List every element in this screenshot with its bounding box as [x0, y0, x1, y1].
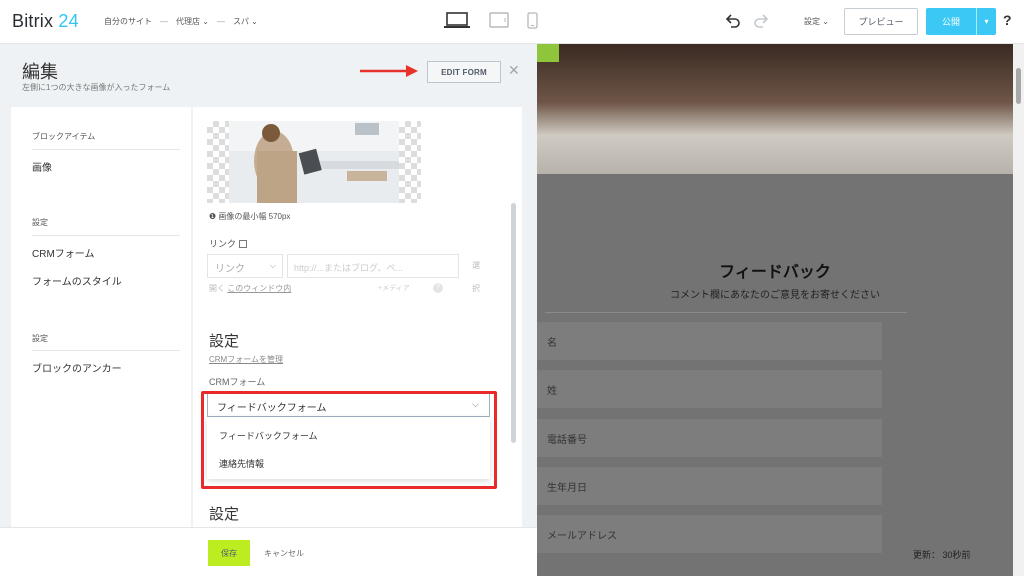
breadcrumb-item-agency[interactable]: 代理店 ⌄ [176, 16, 209, 27]
breadcrumb: 自分のサイト — 代理店 ⌄ — スパ ⌄ [104, 16, 258, 27]
editor-nav: ブロックアイテム 画像 設定 CRMフォーム フォームのスタイル 設定 ブロック… [11, 107, 191, 527]
help-icon[interactable]: ? [1003, 12, 1012, 28]
top-toolbar: Bitrix 24 自分のサイト — 代理店 ⌄ — スパ ⌄ 設定 ⌄ プレビ… [0, 0, 1024, 44]
settings-dropdown[interactable]: 設定 ⌄ [804, 16, 829, 27]
close-icon[interactable]: ✕ [508, 62, 520, 79]
nav-item-image[interactable]: 画像 [32, 159, 52, 174]
updated-status: 更新： 30秒前 [913, 550, 971, 560]
media-link[interactable]: +メディア [378, 283, 410, 293]
breadcrumb-item-my-sites[interactable]: 自分のサイト [104, 16, 152, 27]
preview-scrollbar-thumb[interactable] [1016, 68, 1021, 104]
form-divider [545, 312, 907, 313]
chevron-down-icon: ⌵ [269, 261, 276, 270]
laptop-view-icon[interactable] [444, 12, 470, 29]
publish-button-label: 公開 [941, 17, 960, 27]
page-preview: フィードバック コメント欄にあなたのご意見をお寄せください 名 姓 電話番号 生… [537, 44, 1024, 576]
settings-dropdown-label: 設定 [804, 17, 820, 26]
image-min-width-text: 画像の最小幅 570px [218, 212, 291, 221]
form-field-first-name: 名 [537, 322, 882, 360]
chevron-down-icon[interactable]: ▾ [976, 8, 996, 35]
breadcrumb-separator: — [160, 17, 168, 26]
cancel-button[interactable]: キャンセル [264, 548, 304, 559]
link-checkbox[interactable] [239, 239, 248, 248]
nav-divider [32, 149, 180, 150]
form-field-last-name: 姓 [537, 370, 882, 408]
red-highlight-annotation [201, 391, 497, 489]
question-icon[interactable]: ? [433, 283, 443, 293]
preview-scrollbar-track[interactable] [1013, 44, 1024, 576]
breadcrumb-item-agency-label: 代理店 [176, 17, 200, 26]
link-checkbox-row[interactable]: リンク [209, 237, 248, 250]
chevron-down-icon: ⌄ [822, 17, 829, 26]
link-type-select[interactable]: リンク ⌵ [207, 254, 283, 278]
nav-divider [32, 350, 180, 351]
block-marker [537, 44, 559, 62]
feedback-form-preview: フィードバック コメント欄にあなたのご意見をお寄せください 名 姓 電話番号 生… [537, 174, 1013, 576]
spa-header-image [537, 44, 1013, 174]
form-title: フィードバック [719, 264, 831, 281]
office-photo-image [229, 121, 399, 203]
publish-button[interactable]: 公開 ▾ [926, 8, 996, 35]
open-in-label: 開く [209, 284, 225, 293]
select-button-char[interactable]: 選 [472, 260, 480, 271]
nav-section-settings: 設定 [32, 218, 48, 227]
logo-number: 24 [58, 11, 79, 31]
open-in-setting[interactable]: 開く このウィンドウ内 [209, 283, 291, 294]
settings-section-title: 設定 [209, 333, 240, 350]
nav-item-form-style[interactable]: フォームのスタイル [32, 273, 122, 288]
form-field-phone: 電話番号 [537, 419, 882, 457]
redo-icon[interactable] [752, 12, 770, 30]
editor-title: 編集 [22, 62, 58, 82]
crm-form-label: CRMフォーム [209, 377, 266, 387]
nav-section-settings-2: 設定 [32, 334, 48, 343]
preview-button[interactable]: プレビュー [844, 8, 918, 35]
editor-header: 編集 左側に1つの大きな画像が入ったフォーム EDIT FORM ✕ [0, 44, 537, 104]
chevron-down-icon: ⌄ [251, 17, 258, 26]
info-icon: ❶ [209, 212, 217, 221]
editor-footer: 保存 キャンセル [0, 527, 537, 576]
open-in-value[interactable]: このウィンドウ内 [227, 284, 291, 293]
bitrix24-logo[interactable]: Bitrix 24 [12, 11, 79, 32]
form-subtitle: コメント欄にあなたのご意見をお寄せください [670, 290, 880, 301]
breadcrumb-separator: — [216, 17, 225, 26]
editor-subtitle: 左側に1つの大きな画像が入ったフォーム [22, 83, 171, 92]
red-arrow-annotation [360, 65, 418, 77]
link-url-input[interactable]: http://...またはブログ、ペ... [287, 254, 459, 278]
form-field-email: メールアドレス [537, 515, 882, 553]
link-label: リンク [209, 239, 237, 249]
chevron-down-icon: ⌄ [202, 17, 209, 26]
nav-item-crm-form[interactable]: CRMフォーム [32, 245, 94, 260]
settings-section-title-2: 設定 [209, 506, 240, 523]
nav-divider [32, 235, 180, 236]
content-scrollbar[interactable] [511, 203, 516, 443]
undo-icon[interactable] [724, 12, 742, 30]
image-upload-area[interactable] [207, 121, 421, 203]
select-button-char[interactable]: 択 [472, 283, 480, 294]
form-field-birthday: 生年月日 [537, 467, 882, 505]
nav-section-block-items: ブロックアイテム [32, 132, 96, 141]
manage-crm-forms-link[interactable]: CRMフォームを管理 [209, 354, 283, 365]
nav-item-block-anchor[interactable]: ブロックのアンカー [32, 360, 122, 375]
link-type-value: リンク [215, 264, 245, 275]
tablet-view-icon[interactable] [489, 12, 509, 28]
phone-view-icon[interactable] [527, 12, 538, 29]
breadcrumb-item-spa[interactable]: スパ ⌄ [233, 16, 258, 27]
block-editor-panel: 編集 左側に1つの大きな画像が入ったフォーム EDIT FORM ✕ ブロックア… [0, 44, 537, 576]
breadcrumb-item-spa-label: スパ [232, 17, 249, 26]
save-button[interactable]: 保存 [208, 540, 250, 566]
logo-text: Bitrix [12, 11, 54, 31]
image-min-width-hint: ❶ 画像の最小幅 570px [209, 211, 290, 222]
edit-form-button[interactable]: EDIT FORM [427, 61, 501, 83]
